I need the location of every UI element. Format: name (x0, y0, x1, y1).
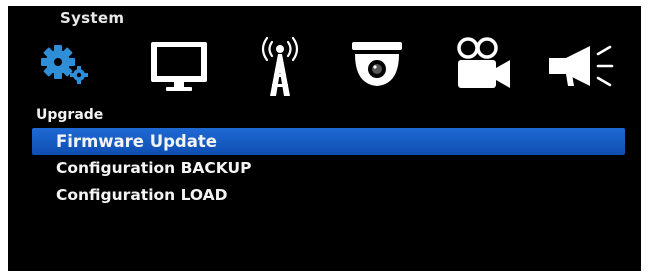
system-menu-screen: System Upgrade Firmware Update Configura… (8, 6, 641, 271)
configuration-backup-item[interactable]: Configuration BACKUP (32, 155, 625, 182)
page-title: System (60, 9, 125, 27)
section-label: Upgrade (36, 107, 104, 123)
upgrade-menu: Firmware Update Configuration BACKUP Con… (32, 128, 625, 209)
video-camera-icon[interactable] (452, 36, 514, 94)
configuration-load-item[interactable]: Configuration LOAD (32, 182, 625, 209)
display-monitor-icon[interactable] (148, 36, 210, 94)
category-icon-bar (8, 36, 641, 108)
network-antenna-icon[interactable] (252, 36, 308, 98)
alarm-megaphone-icon[interactable] (546, 36, 618, 94)
firmware-update-item[interactable]: Firmware Update (32, 128, 625, 155)
system-gear-icon[interactable] (36, 36, 92, 92)
dome-camera-icon[interactable] (346, 36, 408, 94)
